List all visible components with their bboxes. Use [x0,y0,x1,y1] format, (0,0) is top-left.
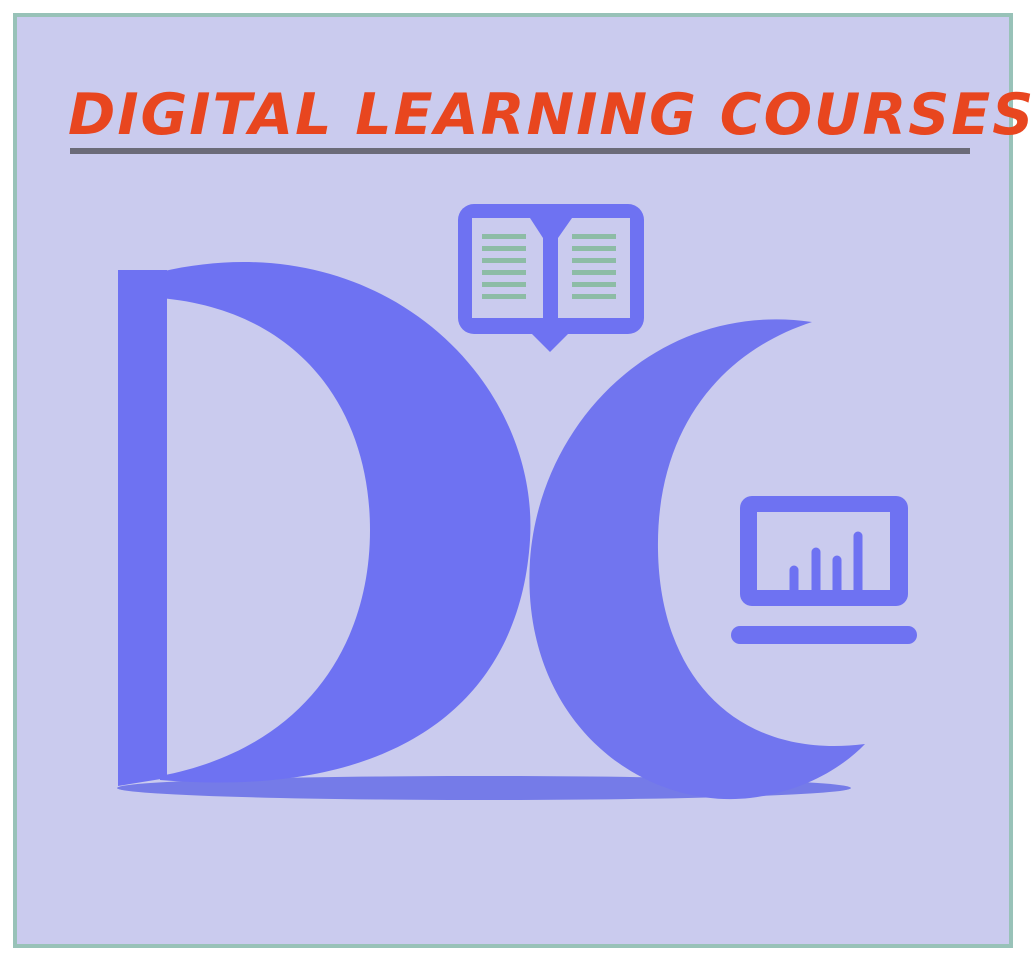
letter-d [118,262,531,786]
open-book-icon [458,204,644,352]
dc-logo [117,204,917,800]
laptop-chart-icon [731,496,917,644]
